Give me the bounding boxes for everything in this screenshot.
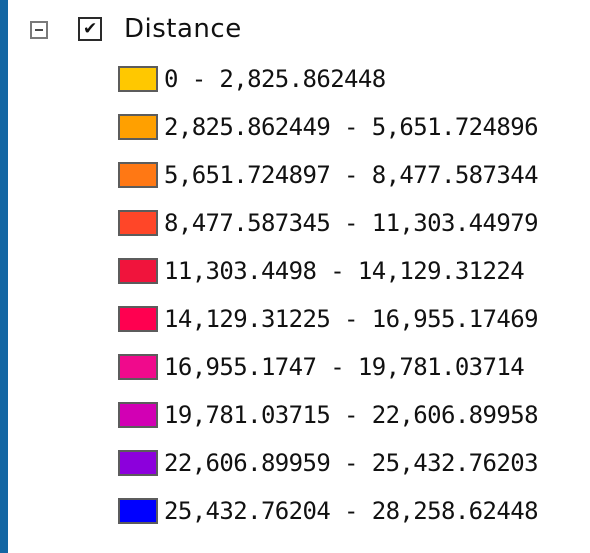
legend-label: 16,955.1747 - 19,781.03714: [164, 353, 525, 381]
legend-label: 2,825.862449 - 5,651.724896: [164, 113, 539, 141]
color-swatch[interactable]: [118, 306, 158, 332]
color-swatch[interactable]: [118, 402, 158, 428]
color-swatch[interactable]: [118, 162, 158, 188]
color-swatch[interactable]: [118, 114, 158, 140]
color-swatch[interactable]: [118, 66, 158, 92]
legend-item[interactable]: 0 - 2,825.862448: [118, 58, 590, 106]
layer-row-distance[interactable]: ✔ Distance: [8, 0, 590, 58]
color-swatch[interactable]: [118, 258, 158, 284]
symbology-legend: 0 - 2,825.862448 2,825.862449 - 5,651.724…: [118, 58, 590, 538]
legend-item[interactable]: 25,432.76204 - 28,258.62448: [118, 490, 590, 538]
legend-label: 19,781.03715 - 22,606.89958: [164, 401, 539, 429]
layer-visibility-checkbox[interactable]: ✔: [78, 17, 102, 41]
checkmark-icon: ✔: [83, 19, 98, 39]
legend-label: 25,432.76204 - 28,258.62448: [164, 497, 539, 525]
color-swatch[interactable]: [118, 210, 158, 236]
legend-item[interactable]: 11,303.4498 - 14,129.31224: [118, 250, 590, 298]
legend-item[interactable]: 22,606.89959 - 25,432.76203: [118, 442, 590, 490]
legend-item[interactable]: 19,781.03715 - 22,606.89958: [118, 394, 590, 442]
legend-item[interactable]: 2,825.862449 - 5,651.724896: [118, 106, 590, 154]
legend-label: 22,606.89959 - 25,432.76203: [164, 449, 539, 477]
legend-label: 11,303.4498 - 14,129.31224: [164, 257, 525, 285]
minus-icon: [35, 29, 43, 31]
legend-label: 14,129.31225 - 16,955.17469: [164, 305, 539, 333]
collapse-toggle[interactable]: [30, 21, 48, 39]
color-swatch[interactable]: [118, 450, 158, 476]
layer-name[interactable]: Distance: [124, 12, 242, 46]
table-of-contents-panel: ✔ Distance 0 - 2,825.862448 2,825.862449 …: [0, 0, 590, 553]
legend-item[interactable]: 16,955.1747 - 19,781.03714: [118, 346, 590, 394]
legend-label: 8,477.587345 - 11,303.44979: [164, 209, 539, 237]
legend-item[interactable]: 5,651.724897 - 8,477.587344: [118, 154, 590, 202]
legend-label: 5,651.724897 - 8,477.587344: [164, 161, 539, 189]
legend-item[interactable]: 14,129.31225 - 16,955.17469: [118, 298, 590, 346]
legend-item[interactable]: 8,477.587345 - 11,303.44979: [118, 202, 590, 250]
legend-label: 0 - 2,825.862448: [164, 65, 386, 93]
color-swatch[interactable]: [118, 498, 158, 524]
color-swatch[interactable]: [118, 354, 158, 380]
layer-list: ✔ Distance 0 - 2,825.862448 2,825.862449 …: [8, 0, 590, 553]
